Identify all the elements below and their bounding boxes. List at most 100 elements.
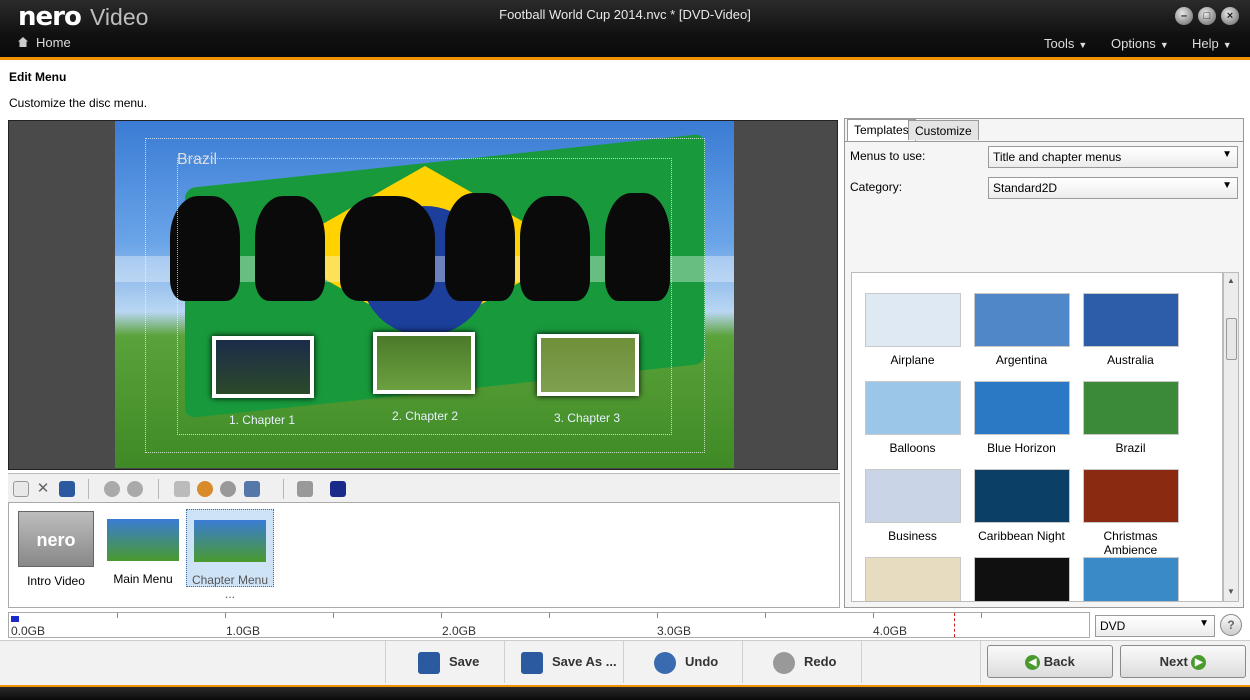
template-thumbnail bbox=[1082, 293, 1179, 347]
template-christmas-ambience[interactable]: Christmas Ambience bbox=[1076, 469, 1185, 557]
close-button[interactable]: × bbox=[1221, 7, 1239, 25]
chapter-3-thumbnail[interactable] bbox=[537, 334, 639, 396]
menu-item-intro-video[interactable]: nero Intro Video bbox=[12, 509, 100, 588]
template-brazil[interactable]: Brazil bbox=[1076, 381, 1185, 455]
preview-toolbar: ✕ bbox=[8, 473, 840, 503]
window-title: Football World Cup 2014.nvc * [DVD-Video… bbox=[499, 7, 751, 22]
arrange-icon[interactable] bbox=[297, 481, 313, 497]
template-balloons[interactable]: Balloons bbox=[858, 381, 967, 455]
menu-item-chapter-menu[interactable]: Chapter Menu ... bbox=[186, 509, 274, 601]
capacity-label: 0.0GB bbox=[11, 624, 46, 638]
template-partial[interactable] bbox=[967, 557, 1076, 601]
home-label: Home bbox=[36, 35, 71, 50]
delete-icon[interactable]: ✕ bbox=[35, 481, 51, 497]
template-scrollbar[interactable]: ▲ ▼ bbox=[1223, 272, 1239, 602]
template-label: Christmas Ambience bbox=[1103, 529, 1158, 557]
template-thumbnail bbox=[1082, 469, 1179, 523]
template-thumbnail bbox=[864, 469, 961, 523]
template-blue-horizon[interactable]: Blue Horizon bbox=[967, 381, 1076, 455]
menu-help[interactable]: Help ▼ bbox=[1192, 36, 1232, 51]
save-as-button[interactable]: Save As ... bbox=[504, 641, 624, 683]
menu-item-label: Intro Video bbox=[27, 574, 85, 588]
product-name: Video bbox=[90, 4, 149, 30]
chapter-1-thumbnail[interactable] bbox=[212, 336, 314, 398]
template-partial[interactable] bbox=[1076, 557, 1185, 601]
main-menu-thumbnail bbox=[107, 519, 179, 561]
save-as-button-label: Save As ... bbox=[552, 654, 617, 669]
new-icon[interactable] bbox=[13, 481, 29, 497]
template-thumbnail bbox=[973, 381, 1070, 435]
menu-item-main-menu[interactable]: Main Menu bbox=[99, 509, 187, 587]
redo-icon bbox=[773, 651, 795, 674]
scroll-down-icon[interactable]: ▼ bbox=[1227, 587, 1235, 596]
menus-to-use-value: Title and chapter menus bbox=[993, 150, 1122, 164]
template-thumbnail bbox=[973, 469, 1070, 523]
template-label: Caribbean Night bbox=[978, 529, 1065, 543]
next-button-label: Next bbox=[1159, 654, 1188, 669]
capacity-tick bbox=[225, 613, 226, 618]
zoom-out-icon[interactable] bbox=[220, 481, 236, 497]
menu-tools[interactable]: Tools ▼ bbox=[1044, 36, 1087, 51]
nero-logo: nero bbox=[18, 2, 82, 32]
menu-tools-label: Tools bbox=[1044, 36, 1075, 51]
accent-line bbox=[0, 57, 1250, 60]
menu-options-label: Options bbox=[1111, 36, 1156, 51]
chevron-down-icon: ▼ bbox=[1222, 40, 1232, 50]
disc-type-select[interactable]: DVD ▼ bbox=[1095, 615, 1215, 637]
template-label: Brazil bbox=[1115, 441, 1146, 455]
chapter-3-label[interactable]: 3. Chapter 3 bbox=[522, 411, 652, 425]
save-icon[interactable] bbox=[59, 481, 75, 497]
next-button[interactable]: Next ▶ bbox=[1120, 645, 1246, 678]
home-icon bbox=[18, 37, 28, 47]
save-button[interactable]: Save bbox=[385, 641, 505, 683]
menu-options[interactable]: Options ▼ bbox=[1111, 36, 1169, 51]
template-australia[interactable]: Australia bbox=[1076, 293, 1185, 367]
template-airplane[interactable]: Airplane bbox=[858, 293, 967, 367]
redo-button[interactable]: Redo bbox=[742, 641, 862, 683]
menus-to-use-label: Menus to use: bbox=[850, 149, 926, 163]
chapter-2-label[interactable]: 2. Chapter 2 bbox=[360, 409, 490, 423]
next-arrow-icon: ▶ bbox=[1191, 655, 1207, 671]
back-button[interactable]: ◀ Back bbox=[987, 645, 1113, 678]
tab-templates[interactable]: Templates bbox=[847, 119, 916, 141]
template-argentina[interactable]: Argentina bbox=[967, 293, 1076, 367]
capacity-label: 1.0GB bbox=[226, 624, 261, 638]
help-icon[interactable]: ? bbox=[1220, 614, 1242, 636]
undo-button[interactable]: Undo bbox=[623, 641, 743, 683]
menu-title[interactable]: Brazil bbox=[177, 151, 217, 169]
scrollbar-thumb[interactable] bbox=[1226, 318, 1237, 360]
tab-divider bbox=[845, 141, 1243, 142]
undo-icon bbox=[654, 651, 676, 674]
chapter-2-thumbnail[interactable] bbox=[373, 332, 475, 394]
save-button-label: Save bbox=[449, 654, 480, 669]
chevron-down-icon: ▼ bbox=[1078, 40, 1088, 50]
zoom-in-icon[interactable] bbox=[197, 481, 213, 497]
template-label: Airplane bbox=[890, 353, 935, 367]
page-subtitle: Customize the disc menu. bbox=[9, 96, 148, 110]
grid-icon[interactable] bbox=[330, 481, 346, 497]
category-select[interactable]: Standard2D ▼ bbox=[988, 177, 1238, 199]
minimize-button[interactable]: – bbox=[1175, 7, 1193, 25]
previous-icon[interactable] bbox=[104, 481, 120, 497]
template-business[interactable]: Business bbox=[858, 469, 967, 543]
menus-to-use-select[interactable]: Title and chapter menus ▼ bbox=[988, 146, 1238, 168]
chapter-1-label[interactable]: 1. Chapter 1 bbox=[197, 413, 327, 427]
template-thumbnail bbox=[864, 293, 961, 347]
template-grid: Airplane Argentina Australia Balloons Blue H… bbox=[851, 272, 1223, 602]
home-link[interactable]: Home bbox=[18, 35, 71, 50]
menu-list: nero Intro Video Main Menu Chapter Menu … bbox=[8, 502, 840, 608]
maximize-button[interactable]: □ bbox=[1198, 7, 1216, 25]
menu-item-label: Chapter Menu ... bbox=[191, 573, 269, 601]
template-caribbean-night[interactable]: Caribbean Night bbox=[967, 469, 1076, 543]
template-partial[interactable] bbox=[858, 557, 967, 601]
next-icon[interactable] bbox=[127, 481, 143, 497]
tab-customize[interactable]: Customize bbox=[908, 120, 979, 140]
capacity-tick bbox=[549, 613, 550, 618]
hand-icon[interactable] bbox=[174, 481, 190, 497]
save-as-icon bbox=[521, 651, 543, 674]
menu-preview-canvas[interactable]: Brazil 1. Chapter 1 2. Chapter 2 3. Chap… bbox=[115, 121, 734, 468]
back-arrow-icon: ◀ bbox=[1025, 655, 1041, 671]
scroll-up-icon[interactable]: ▲ bbox=[1227, 276, 1235, 285]
toolbar-separator bbox=[158, 479, 159, 499]
view-options-icon[interactable] bbox=[244, 481, 260, 497]
